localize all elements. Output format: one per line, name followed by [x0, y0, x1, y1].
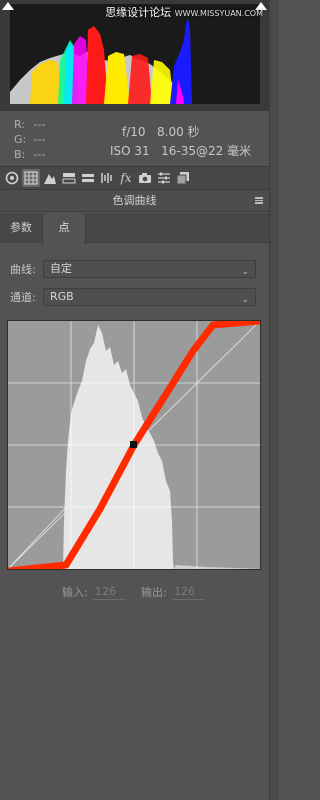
lens: 16-35@22 毫米: [161, 144, 252, 158]
output-field[interactable]: 126: [172, 583, 205, 600]
presets-icon[interactable]: [174, 169, 192, 187]
aperture: f/10: [122, 125, 146, 139]
curve-tabs: 参数 点: [0, 213, 269, 244]
mountain-icon[interactable]: [41, 169, 59, 187]
output-label: 输出:: [141, 586, 167, 599]
channel-row: 通道: RGB ⌄: [10, 288, 256, 306]
input-field[interactable]: 126: [93, 583, 126, 600]
camera-info: f/10 8.00 秒 ISO 31 16-35@22 毫米: [110, 123, 251, 161]
histogram: 思缘设计论坛 WWW.MISSYUAN.COM: [0, 0, 269, 110]
tone-curve-panel: 思缘设计论坛 WWW.MISSYUAN.COM R: --- G: --- B:…: [0, 0, 269, 800]
pixel-readout: R: --- G: --- B: --- f/10 8.00 秒 ISO 31 …: [0, 110, 269, 166]
section-title-text: 色调曲线: [112, 194, 157, 207]
shadow-clipping-icon[interactable]: [2, 2, 14, 10]
scrollbar[interactable]: [269, 0, 279, 800]
curve-grid-icon[interactable]: [22, 169, 40, 187]
b-value: ---: [33, 148, 46, 161]
iso: ISO 31: [110, 144, 150, 158]
curve-label: 曲线:: [10, 263, 36, 276]
g-value: ---: [33, 133, 46, 146]
curve-row: 曲线: 自定 ⌄: [10, 260, 256, 278]
chevron-down-icon: ⌄: [241, 295, 249, 305]
watermark-site: WWW.MISSYUAN.COM: [174, 9, 263, 18]
r-label: R:: [14, 118, 26, 131]
split-icon[interactable]: [60, 169, 78, 187]
panel-toolbar: fx: [0, 166, 269, 190]
channel-label: 通道:: [10, 291, 36, 304]
chevron-down-icon: ⌄: [241, 267, 249, 277]
channel-select[interactable]: RGB ⌄: [43, 288, 256, 306]
channel-select-value: RGB: [50, 290, 74, 303]
watermark: 思缘设计论坛 WWW.MISSYUAN.COM: [105, 4, 263, 20]
curve-select-value: 自定: [50, 262, 72, 275]
camera-icon[interactable]: [136, 169, 154, 187]
input-label: 输入:: [62, 586, 88, 599]
g-label: G:: [14, 133, 27, 146]
tab-point[interactable]: 点: [42, 213, 86, 244]
r-value: ---: [33, 118, 46, 131]
aperture-icon[interactable]: [3, 169, 21, 187]
sliders-icon[interactable]: [155, 169, 173, 187]
b-label: B:: [14, 148, 26, 161]
tone-curve-graph[interactable]: [7, 320, 261, 570]
detail-icon[interactable]: [98, 169, 116, 187]
fx-icon[interactable]: fx: [117, 169, 135, 187]
shutter-speed: 8.00 秒: [157, 125, 200, 139]
curve-svg[interactable]: [8, 321, 260, 569]
panel-menu-icon[interactable]: [255, 197, 263, 204]
hsl-icon[interactable]: [79, 169, 97, 187]
watermark-text: 思缘设计论坛: [105, 6, 172, 19]
section-title: 色调曲线: [0, 190, 269, 212]
rgb-values: R: --- G: --- B: ---: [14, 117, 45, 162]
tab-params[interactable]: 参数: [0, 213, 42, 243]
curve-select[interactable]: 自定 ⌄: [43, 260, 256, 278]
input-output-row: 输入: 126 输出: 126: [0, 583, 269, 601]
